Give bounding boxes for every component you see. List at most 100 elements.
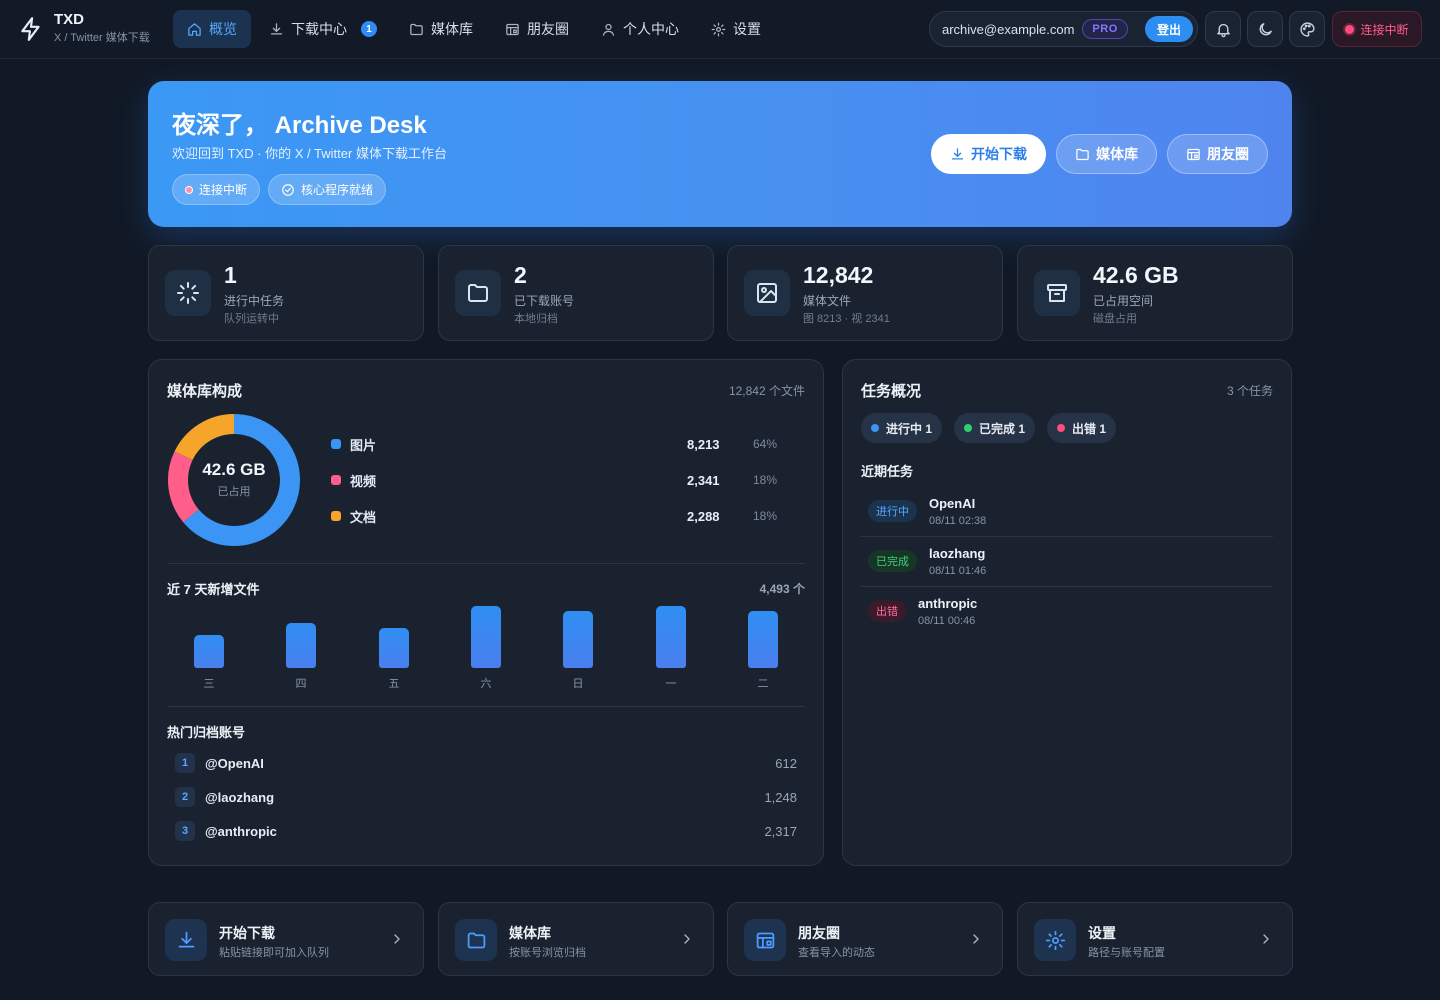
top-account-row[interactable]: 2 @laozhang 1,248 (175, 786, 797, 808)
folder-icon (1076, 148, 1089, 160)
status-badge: 进行中 (868, 500, 917, 522)
core-ready-tag-label: 核心程序就绪 (301, 183, 374, 197)
stat-label: 已下载账号 (514, 294, 575, 308)
download-icon (270, 22, 283, 34)
archive-icon (1034, 270, 1080, 316)
bar-tick-label: 五 (388, 678, 400, 690)
bar-tick-label: 一 (665, 678, 677, 690)
stat-value: 2 (514, 262, 527, 288)
stat-label: 媒体文件 (803, 294, 852, 308)
palette-button[interactable] (1289, 11, 1325, 47)
bar-三[interactable] (194, 635, 224, 668)
download-icon (165, 919, 207, 961)
quick-link-subtitle: 查看导入的动态 (798, 947, 875, 959)
chip-error[interactable]: 出错 1 (1047, 413, 1117, 443)
lightning-icon (21, 16, 40, 41)
core-ready-tag: 核心程序就绪 (268, 174, 387, 205)
folder-icon (455, 270, 501, 316)
download-count-badge: 1 (361, 21, 377, 37)
gear-icon (711, 22, 726, 36)
pro-badge: PRO (1082, 19, 1128, 39)
bar-tick-label: 六 (480, 678, 492, 690)
bell-icon (1216, 23, 1230, 37)
nav-media-library[interactable]: 媒体库 (395, 10, 487, 48)
stat-sub: 磁盘占用 (1093, 313, 1137, 325)
nav-moments-label: 朋友圈 (527, 21, 569, 37)
bar-日[interactable] (563, 611, 593, 668)
quick-link-settings[interactable]: 设置 路径与账号配置 (1017, 902, 1293, 976)
nav-settings-label: 设置 (733, 21, 761, 37)
home-icon (188, 22, 201, 36)
stat-value: 12,842 (803, 262, 874, 288)
bar-六[interactable] (471, 606, 501, 668)
status-dot (1057, 424, 1065, 432)
quick-link-subtitle: 路径与账号配置 (1088, 947, 1165, 959)
notifications-button[interactable] (1205, 11, 1241, 47)
nav-media-library-label: 媒体库 (431, 21, 473, 37)
stat-value: 1 (224, 262, 237, 288)
nav-moments[interactable]: 朋友圈 (491, 10, 583, 48)
task-row[interactable]: 已完成 laozhang 08/11 01:46 (861, 536, 1273, 586)
status-dot (185, 185, 193, 194)
weekly-bar-chart: 三四五六日一二 (149, 360, 825, 700)
quick-link-media-library[interactable]: 媒体库 按账号浏览归档 (438, 902, 714, 976)
nav-profile[interactable]: 个人中心 (587, 10, 693, 48)
nav-download-center-label: 下载中心 (291, 21, 347, 37)
stat-label: 进行中任务 (224, 294, 285, 308)
brand[interactable]: TXD X / Twitter 媒体下载 (18, 12, 150, 45)
palette-icon (1299, 21, 1315, 37)
task-row[interactable]: 出错 anthropic 08/11 00:46 (861, 586, 1273, 636)
library-composition-panel: 媒体库构成 12,842 个文件 42.6 GB 已占用 图片 8,213 64… (148, 359, 824, 866)
start-download-button[interactable]: 开始下载 (931, 134, 1046, 174)
chevron-right-icon (973, 934, 979, 944)
task-account: anthropic (918, 595, 978, 611)
media-library-button[interactable]: 媒体库 (1056, 134, 1157, 174)
panel-meta: 3 个任务 (1226, 384, 1273, 398)
chip-completed[interactable]: 已完成 1 (954, 413, 1036, 443)
account-pill: archive@example.com PRO 登出 (929, 11, 1198, 47)
moments-button[interactable]: 朋友圈 (1167, 134, 1268, 174)
nav-settings[interactable]: 设置 (697, 10, 775, 48)
stat-value: 42.6 GB (1093, 262, 1179, 288)
quick-link-start-download[interactable]: 开始下载 粘贴链接即可加入队列 (148, 902, 424, 976)
task-time: 08/11 00:46 (918, 614, 976, 627)
logout-button[interactable]: 登出 (1144, 16, 1193, 42)
check-circle-icon (282, 183, 294, 196)
status-badge: 出错 (868, 600, 906, 622)
connection-tag-label: 连接中断 (199, 183, 248, 197)
nav-download-center[interactable]: 下载中心 1 (255, 10, 391, 48)
divider (167, 706, 805, 707)
task-row[interactable]: 进行中 OpenAI 08/11 02:38 (861, 486, 1273, 536)
nav-profile-label: 个人中心 (623, 21, 679, 37)
top-account-row[interactable]: 3 @anthropic 2,317 (175, 820, 797, 842)
bar-四[interactable] (286, 623, 316, 668)
gear-icon (1034, 919, 1076, 961)
quick-link-subtitle: 粘贴链接即可加入队列 (219, 947, 329, 959)
bar-二[interactable] (748, 611, 778, 668)
theme-toggle-button[interactable] (1247, 11, 1283, 47)
folder-icon (455, 919, 497, 961)
chip-running[interactable]: 进行中 1 (861, 413, 943, 443)
layout-icon (744, 919, 786, 961)
top-account-row[interactable]: 1 @OpenAI 612 (175, 752, 797, 774)
welcome-banner: 夜深了， Archive Desk 欢迎回到 TXD · 你的 X / Twit… (148, 81, 1292, 227)
stat-card-downloaded-accounts: 2 已下载账号 本地归档 (438, 245, 714, 341)
top-navigation-bar: TXD X / Twitter 媒体下载 概览 下载中心 1 媒体库 朋友圈 个… (0, 0, 1440, 59)
hero-actions: 开始下载 媒体库 朋友圈 (931, 134, 1268, 174)
connection-tag: 连接中断 (172, 174, 261, 205)
nav-overview[interactable]: 概览 (173, 10, 251, 48)
connection-status-button[interactable]: 连接中断 (1332, 11, 1422, 47)
stat-card-storage: 42.6 GB 已占用空间 磁盘占用 (1017, 245, 1293, 341)
bar-五[interactable] (379, 628, 409, 668)
quick-link-moments[interactable]: 朋友圈 查看导入的动态 (727, 902, 1003, 976)
task-overview-panel: 任务概况 3 个任务 进行中 1 已完成 1 出错 1 近期任务 进行中 Ope… (842, 359, 1292, 866)
account-handle: @laozhang (205, 789, 275, 805)
brand-subtitle: X / Twitter 媒体下载 (54, 32, 150, 44)
chip-label: 进行中 1 (886, 421, 933, 436)
rank-number: 3 (175, 821, 195, 841)
main-nav: 概览 下载中心 1 媒体库 朋友圈 个人中心 设置 (173, 10, 775, 48)
bar-一[interactable] (656, 606, 686, 668)
folder-icon (410, 23, 423, 35)
quick-link-subtitle: 按账号浏览归档 (509, 947, 586, 959)
quick-link-title: 媒体库 (509, 925, 551, 941)
